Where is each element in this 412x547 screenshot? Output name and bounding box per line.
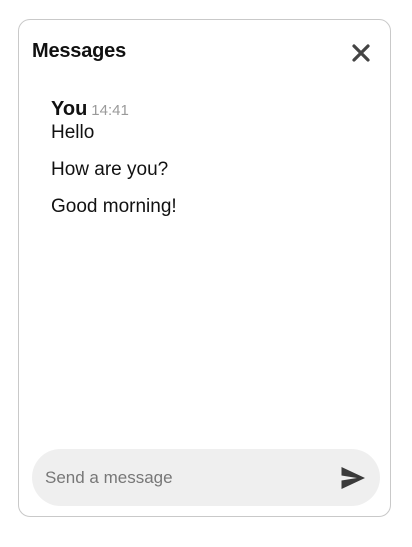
- message-list: You 14:41 Hello How are you? Good morning…: [51, 98, 370, 218]
- chat-title: Messages: [32, 40, 127, 62]
- message-text: Hello: [51, 122, 95, 143]
- chat-header: Messages: [32, 40, 372, 68]
- message-group: You 14:41 Hello How are you? Good morning…: [51, 98, 370, 218]
- message-sender: You: [51, 98, 88, 120]
- close-button[interactable]: [350, 42, 372, 64]
- message-timestamp: 14:41: [91, 102, 129, 119]
- chat-panel: Messages You 14:41 Hello How are you? Goo…: [18, 19, 391, 517]
- send-icon: [341, 467, 365, 489]
- close-icon: [352, 44, 370, 62]
- message-meta: You 14:41: [51, 98, 370, 120]
- send-button[interactable]: [340, 465, 366, 491]
- message-text: How are you?: [51, 159, 169, 180]
- message-composer: [32, 449, 380, 506]
- message-text: Good morning!: [51, 196, 177, 217]
- message-input[interactable]: [45, 449, 315, 506]
